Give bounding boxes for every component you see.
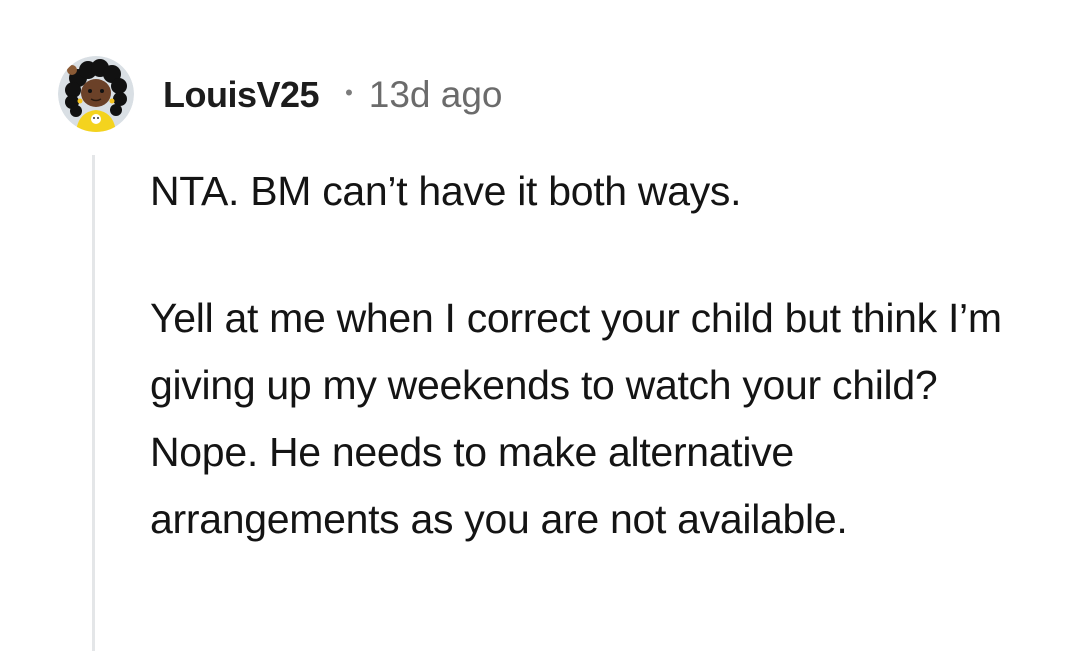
meta-separator: • bbox=[345, 80, 353, 105]
user-avatar[interactable] bbox=[58, 56, 134, 132]
comment-paragraph-1: NTA. BM can’t have it both ways. bbox=[150, 168, 742, 214]
comment-timestamp: 13d ago bbox=[368, 74, 503, 115]
avatar-icon bbox=[58, 56, 134, 132]
comment: LouisV25 • 13d ago NTA. BM can’t have it… bbox=[0, 0, 1080, 651]
comment-paragraph-2: Yell at me when I correct your child but… bbox=[150, 295, 1002, 542]
comment-body: NTA. BM can’t have it both ways. Yell at… bbox=[150, 158, 1030, 553]
username-link[interactable]: LouisV25 bbox=[163, 74, 320, 116]
thread-line[interactable] bbox=[92, 155, 95, 651]
comment-header: LouisV25 • 13d ago bbox=[163, 72, 503, 118]
